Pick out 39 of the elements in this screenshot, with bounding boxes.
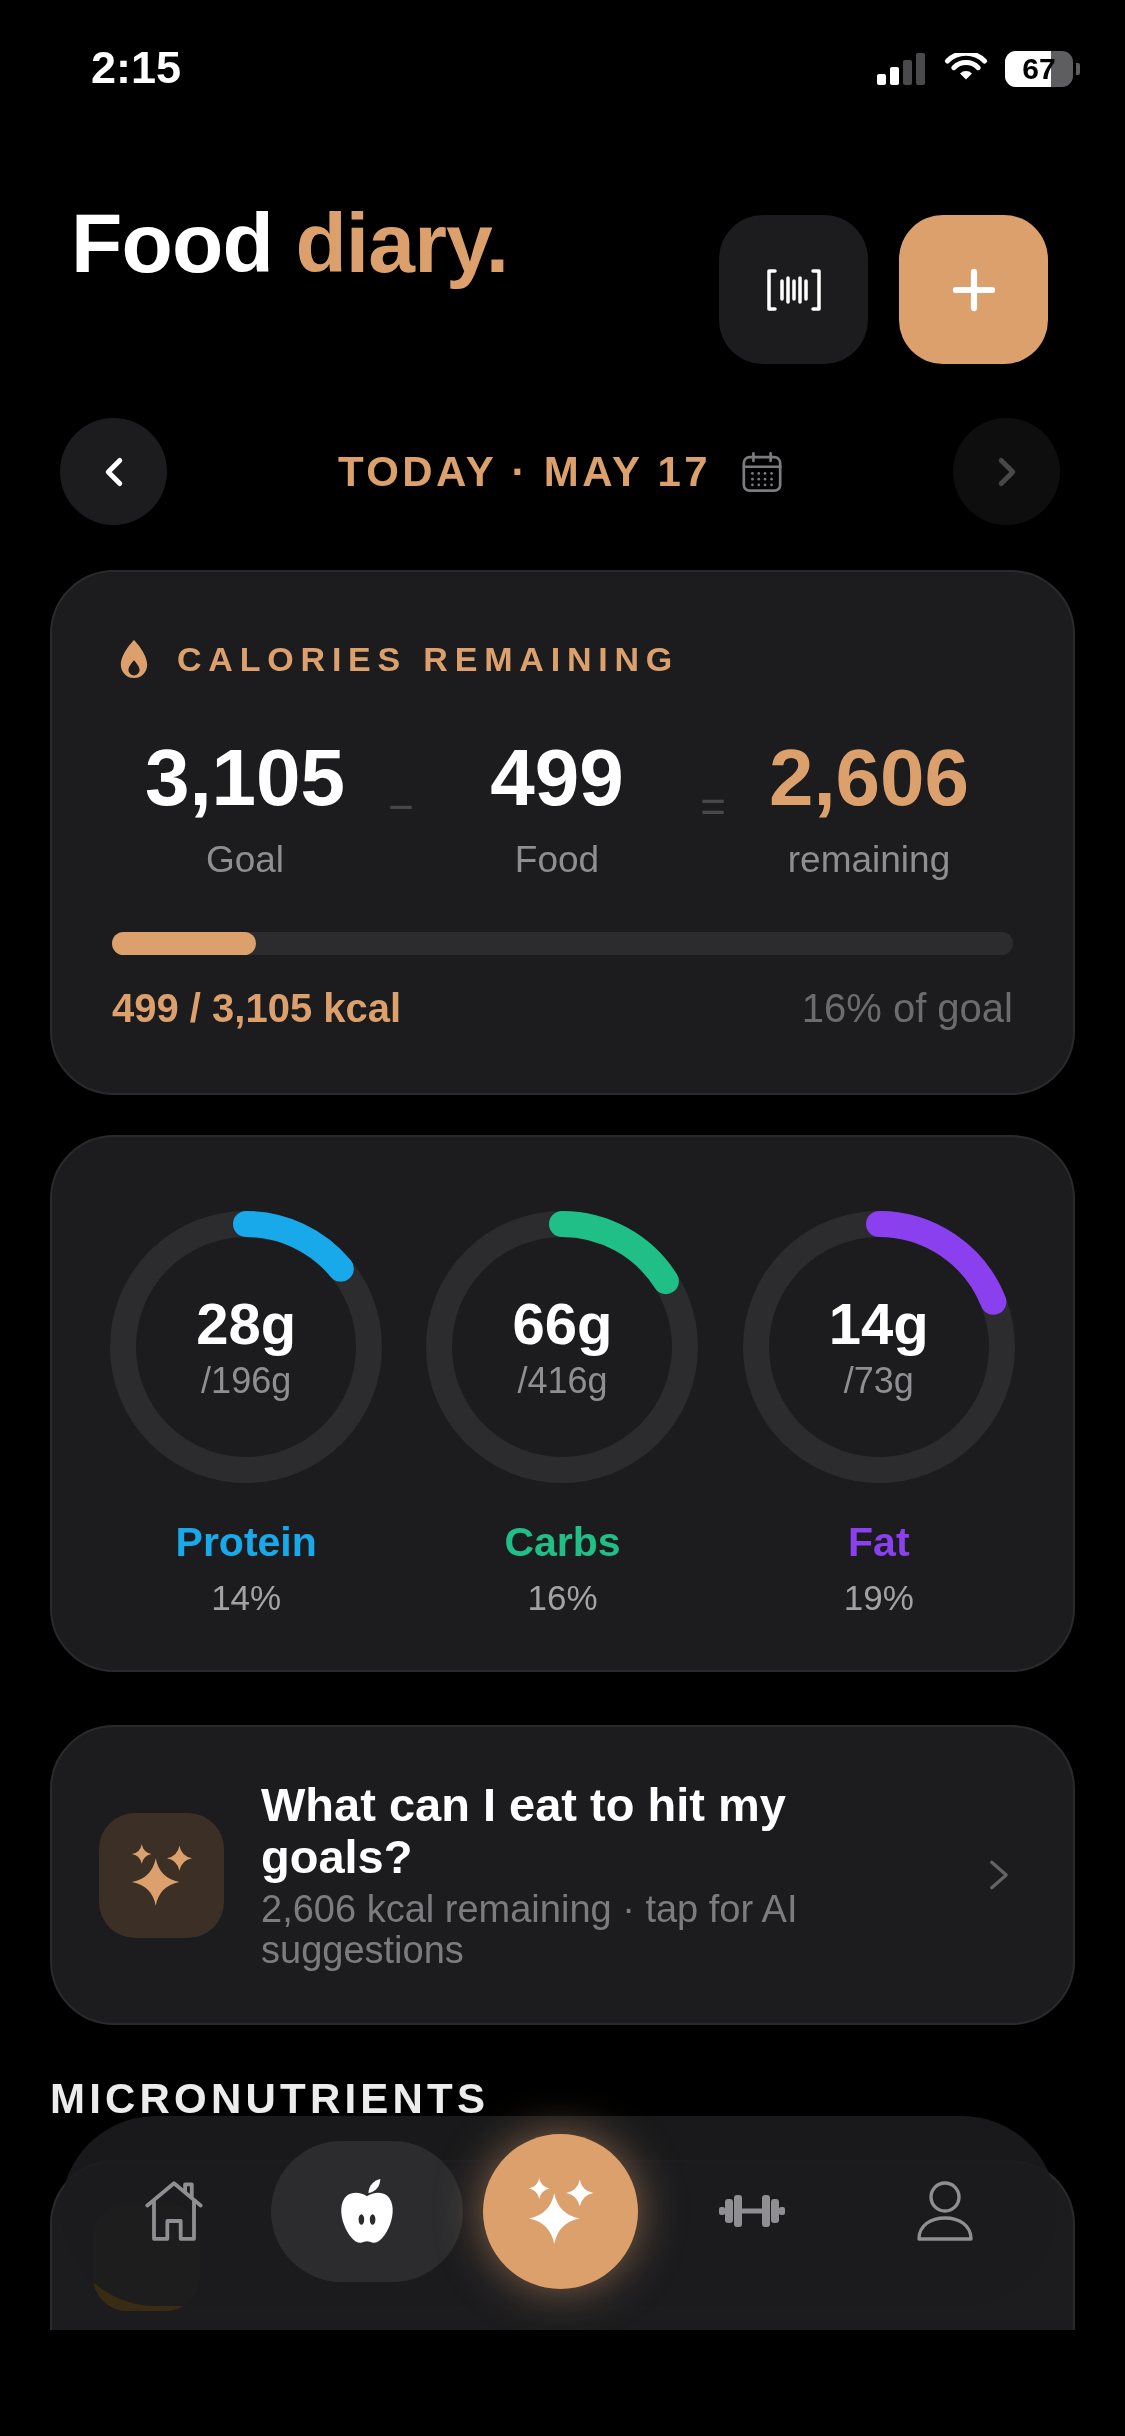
calendar-icon[interactable] xyxy=(742,451,783,492)
ai-card-subtitle: 2,606 kcal remaining · tap for AI suggestions xyxy=(261,1889,799,1971)
calorie-label: Goal xyxy=(205,841,285,878)
apple-icon xyxy=(339,2178,395,2244)
macro-name: Protein xyxy=(175,1522,317,1563)
goal-percentage: 16% of goal xyxy=(801,988,1013,1028)
sparkles-icon xyxy=(527,2178,594,2244)
calorie-label: remaining xyxy=(787,841,951,878)
operator-symbol: = xyxy=(700,785,726,829)
macro-target: /73g xyxy=(843,1363,914,1399)
calorie-label: Food xyxy=(514,841,600,878)
ai-card-title: What can I eat to hit my goals? xyxy=(261,1779,787,1883)
ai-suggestions-card[interactable]: What can I eat to hit my goals? 2,606 kcal remaining · tap for AI suggestions xyxy=(50,1725,1075,2025)
signal-icon xyxy=(877,53,927,85)
operator-symbol: − xyxy=(388,785,414,829)
macro-name: Carbs xyxy=(504,1522,621,1563)
calorie-value: 2,606 xyxy=(768,738,970,818)
macro-percentage: 19% xyxy=(843,1580,914,1615)
chevron-right-icon xyxy=(989,1859,1009,1891)
home-icon xyxy=(142,2181,206,2241)
status-time: 2:15 xyxy=(91,45,182,90)
dumbbell-icon xyxy=(719,2192,785,2230)
date-label: TODAY · MAY 17 xyxy=(337,450,712,493)
scan-barcode-button[interactable] xyxy=(719,215,868,364)
calories-title: CALORIES REMAINING xyxy=(177,642,680,676)
macro-target: /196g xyxy=(201,1363,292,1399)
calorie-value: 499 xyxy=(490,738,624,818)
section-heading: MICRONUTRIENTS xyxy=(50,2078,491,2120)
macro-name: Fat xyxy=(848,1522,910,1563)
calories-consumed: 499 / 3,105 kcal xyxy=(112,988,402,1028)
calorie-value: 3,105 xyxy=(144,738,346,818)
macro-percentage: 16% xyxy=(527,1580,598,1615)
macro-percentage: 14% xyxy=(211,1580,282,1615)
sparkles-icon xyxy=(131,1844,192,1906)
barcode-scan-icon xyxy=(764,267,823,312)
macro-target: /416g xyxy=(517,1363,608,1399)
add-button[interactable] xyxy=(899,215,1048,364)
profile-icon xyxy=(916,2181,974,2241)
flame-icon xyxy=(118,640,150,678)
